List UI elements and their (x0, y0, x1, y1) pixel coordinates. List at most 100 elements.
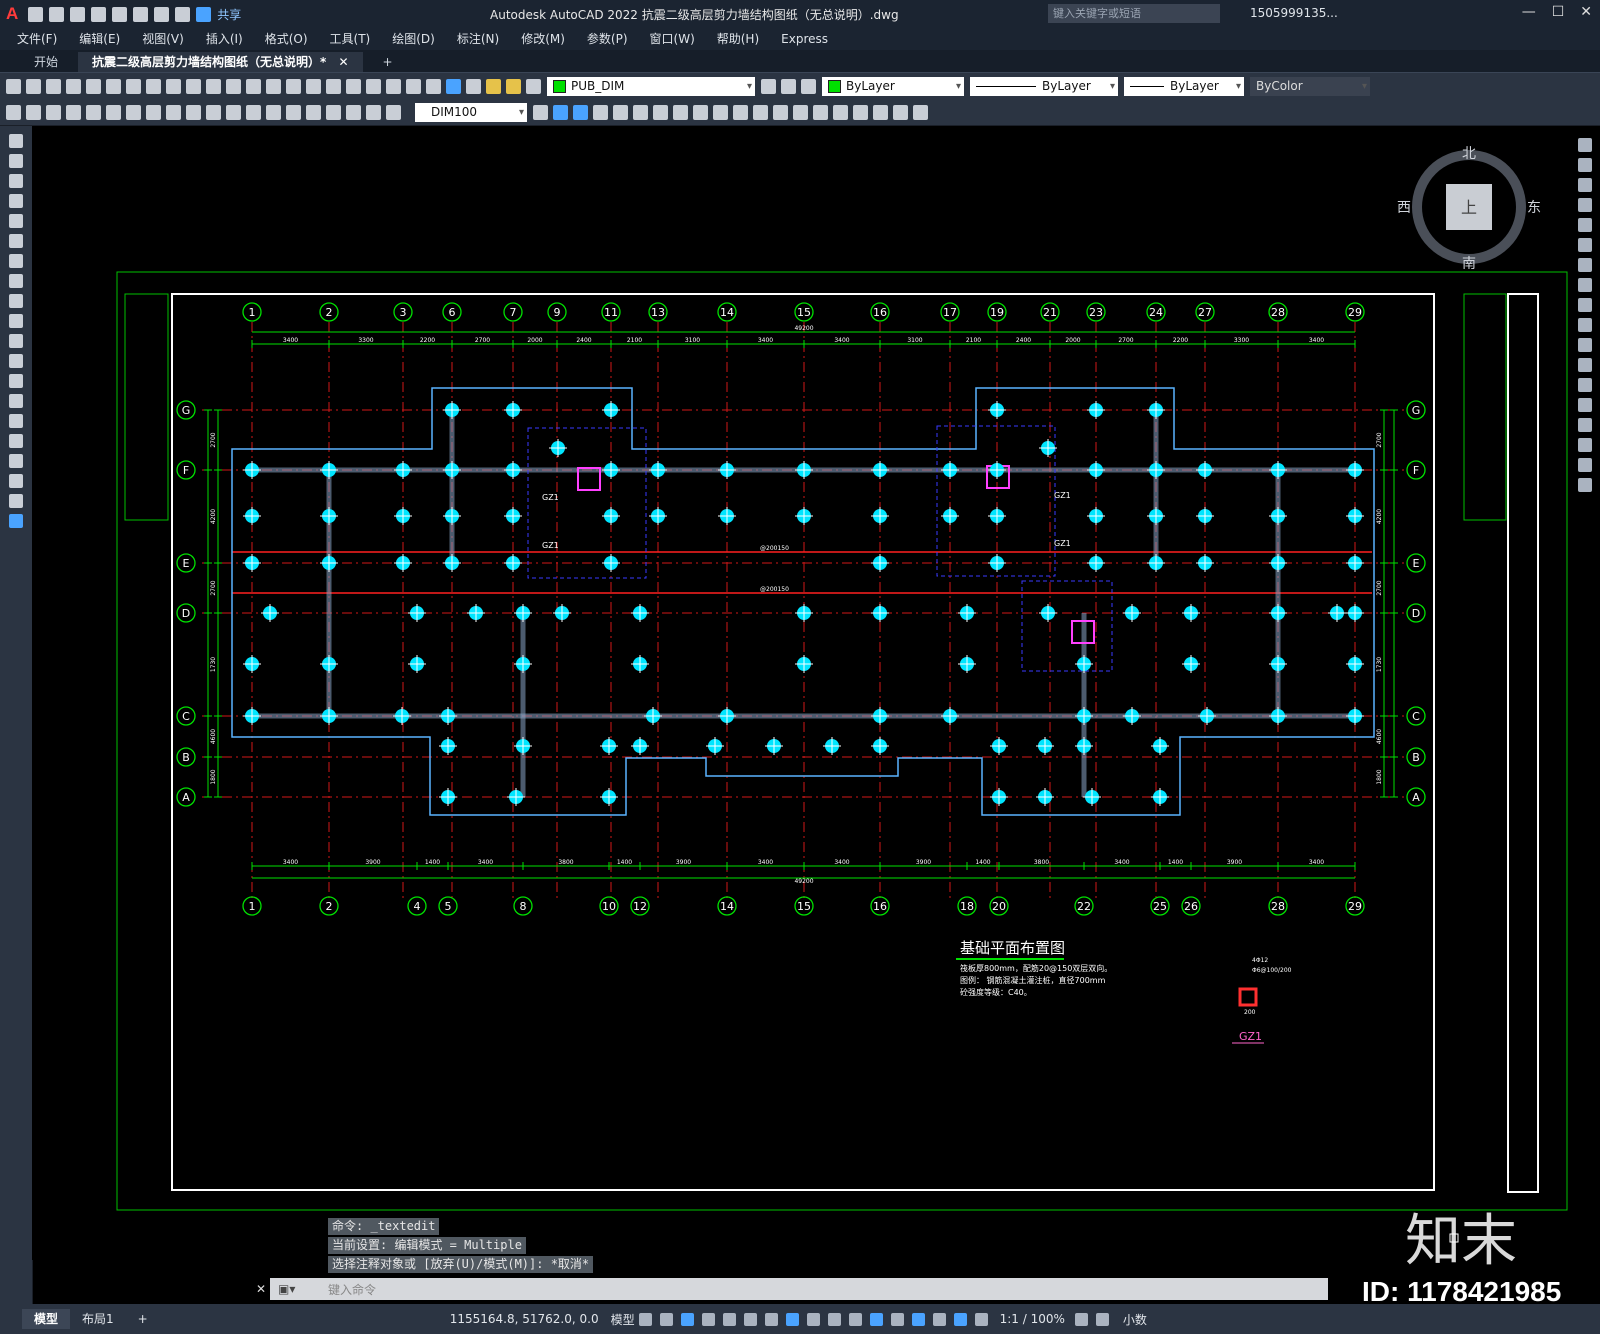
menu-parametric[interactable]: 参数(P) (576, 28, 639, 50)
paste-icon[interactable] (166, 78, 181, 94)
ucs-icon[interactable] (793, 104, 808, 120)
plotstyle-dropdown[interactable]: ByColor ▾ (1250, 76, 1370, 96)
trim-icon[interactable] (1578, 318, 1592, 332)
dim-edit-icon[interactable] (346, 104, 361, 120)
markup-icon[interactable] (406, 78, 421, 94)
layer-states-icon[interactable] (801, 78, 816, 94)
dim-space-icon[interactable] (226, 104, 241, 120)
menu-format[interactable]: 格式(O) (254, 28, 319, 50)
aligned-dim-icon[interactable] (26, 104, 41, 120)
user-account[interactable]: 1505999135... (1250, 6, 1338, 20)
break-point-icon[interactable] (1578, 358, 1592, 372)
undo-icon[interactable] (154, 6, 170, 22)
compass-east[interactable]: 东 (1527, 200, 1541, 216)
revision-cloud-icon[interactable] (9, 274, 23, 288)
radius-dim-icon[interactable] (86, 104, 101, 120)
break-icon[interactable] (1578, 378, 1592, 392)
dimstyle-dropdown[interactable]: DIM100 ▾ (415, 102, 527, 122)
viewcube[interactable]: 上 北 南 东 西 (1394, 132, 1544, 282)
3d-osnap-icon[interactable] (869, 1312, 883, 1326)
ucs-face-icon[interactable] (853, 104, 868, 120)
chamfer-icon[interactable] (1578, 418, 1592, 432)
layer-freeze-icon[interactable] (506, 78, 521, 94)
quick-dim-icon[interactable] (166, 104, 181, 120)
angular-dim-icon[interactable] (146, 104, 161, 120)
model-space-toggle[interactable]: 模型 (611, 1311, 635, 1328)
annotation-scale[interactable]: 1:1 / 100% (1000, 1312, 1065, 1326)
save-as-icon[interactable] (91, 6, 107, 22)
arc-length-icon[interactable] (46, 104, 61, 120)
dim-break-icon[interactable] (246, 104, 261, 120)
annotation-visibility-icon[interactable] (953, 1312, 967, 1326)
polyline-icon[interactable] (9, 174, 23, 188)
iso-sw-icon[interactable] (673, 104, 688, 120)
ortho-icon[interactable] (701, 1312, 715, 1326)
inspection-icon[interactable] (306, 104, 321, 120)
open-icon[interactable] (26, 78, 41, 94)
layer-properties-icon[interactable] (466, 78, 481, 94)
diameter-dim-icon[interactable] (126, 104, 141, 120)
extend-icon[interactable] (1578, 338, 1592, 352)
drawing-canvas[interactable]: 1 2 3 6 7 9 11 13 14 15 16 17 19 21 23 24 27 28 29 1 2 4 5 8 10… (32, 126, 1568, 1260)
ucs-world-icon[interactable] (813, 104, 828, 120)
command-input[interactable]: 键入命令 (328, 1281, 376, 1298)
gizmo-icon[interactable] (932, 1312, 946, 1326)
iso-se-icon[interactable] (693, 104, 708, 120)
workspace-gear-icon[interactable] (1074, 1312, 1088, 1326)
make-block-icon[interactable] (9, 374, 23, 388)
line-icon[interactable] (9, 134, 23, 148)
layer-lock-icon[interactable] (526, 78, 541, 94)
isodraft-icon[interactable] (743, 1312, 757, 1326)
lineweight-dropdown[interactable]: ByLayer ▾ (1124, 76, 1244, 96)
publish-icon[interactable] (112, 6, 128, 22)
menu-window[interactable]: 窗口(W) (639, 28, 706, 50)
view-front-icon[interactable] (553, 104, 568, 120)
center-mark-icon[interactable] (286, 104, 301, 120)
zoom-window-icon[interactable] (286, 78, 301, 94)
jogged-linear-icon[interactable] (326, 104, 341, 120)
redo-icon[interactable] (175, 6, 191, 22)
construction-line-icon[interactable] (9, 154, 23, 168)
view-top-icon[interactable] (633, 104, 648, 120)
blend-icon[interactable] (1578, 458, 1592, 472)
orbit-icon[interactable] (753, 104, 768, 120)
ellipse-arc-icon[interactable] (9, 334, 23, 348)
tab-layout1[interactable]: 布局1 (70, 1309, 126, 1329)
dynamic-ucs-icon[interactable] (890, 1312, 904, 1326)
ucs-origin-icon[interactable] (913, 104, 928, 120)
units-display[interactable]: 小数 (1123, 1311, 1147, 1328)
rotate-icon[interactable] (1578, 258, 1592, 272)
menu-draw[interactable]: 绘图(D) (381, 28, 446, 50)
rectangle-icon[interactable] (9, 214, 23, 228)
explode-icon[interactable] (1578, 478, 1592, 492)
iso-ne-icon[interactable] (713, 104, 728, 120)
point-icon[interactable] (9, 394, 23, 408)
new-file-icon[interactable] (28, 6, 44, 22)
mtext-icon[interactable] (9, 494, 23, 508)
calculator-icon[interactable] (426, 78, 441, 94)
scale-icon[interactable] (1578, 278, 1592, 292)
close-button[interactable]: ✕ (1580, 4, 1592, 20)
polar-icon[interactable] (722, 1312, 736, 1326)
spline-icon[interactable] (9, 294, 23, 308)
share-button[interactable]: 共享 (217, 6, 241, 23)
close-cmd-icon[interactable]: ✕ (256, 1282, 266, 1296)
view-left-icon[interactable] (593, 104, 608, 120)
new-tab-button[interactable]: + (369, 52, 407, 72)
preview-icon[interactable] (86, 78, 101, 94)
tab-start[interactable]: 开始 (20, 52, 72, 72)
ellipse-icon[interactable] (9, 314, 23, 328)
dim-update-icon[interactable] (386, 104, 401, 120)
save-icon[interactable] (70, 6, 86, 22)
region-icon[interactable] (9, 454, 23, 468)
linear-dim-icon[interactable] (6, 104, 21, 120)
minimize-button[interactable]: — (1522, 4, 1536, 20)
lineweight-icon[interactable] (806, 1312, 820, 1326)
pan-icon[interactable] (246, 78, 261, 94)
copy-object-icon[interactable] (1578, 158, 1592, 172)
match-prop-icon[interactable] (186, 78, 201, 94)
tool-palette-icon[interactable] (366, 78, 381, 94)
circle-icon[interactable] (9, 254, 23, 268)
publish-icon[interactable] (106, 78, 121, 94)
menu-modify[interactable]: 修改(M) (510, 28, 576, 50)
